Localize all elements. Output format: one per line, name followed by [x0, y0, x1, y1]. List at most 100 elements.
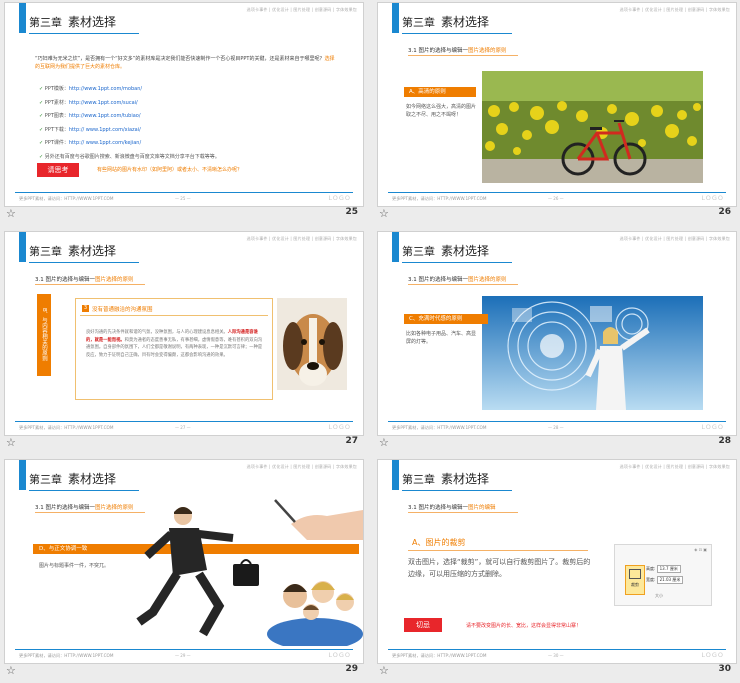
avoid-button[interactable]: 切忌 — [404, 618, 442, 632]
principle-text: 比如各种电子用品、汽车、高显屏的灯等。 — [406, 331, 477, 345]
link-item[interactable]: ✓ PPT下载：http:// www.1ppt.com/xiazai/ — [39, 124, 220, 138]
section-title: 3.1 图片的选择与编辑一图片的编辑 — [408, 505, 496, 511]
crop-tool-button: 裁剪 — [625, 565, 645, 595]
chapter-title: 第三章 素材选择 — [402, 15, 490, 29]
top-nav: 选项卡事件 | 优化设计 | 图片处理 | 创意源码 | 字体效果包 — [246, 464, 357, 469]
slide-canvas: 第三章 素材选择 选项卡事件 | 优化设计 | 图片处理 | 创意源码 | 字体效… — [4, 2, 364, 207]
height-field: 高度: 13.7 厘米 — [646, 565, 681, 573]
crop-ui-screenshot: ◈ ⊡ ▣ 裁剪 高度: 13.7 厘米 宽度: 21.03 厘米 大小 — [614, 544, 712, 606]
thumb-caption: ☆ 30 — [377, 664, 735, 678]
chapter-ribbon — [392, 3, 399, 33]
slide-canvas: 第三章 素材选择 选项卡事件 | 优化设计 | 图片处理 | 创意源码 | 字体效… — [4, 459, 364, 664]
title-underline — [402, 262, 512, 263]
link-item[interactable]: ✓ PPT模板：http://www.1ppt.com/moban/ — [39, 83, 220, 97]
slide-footer: 更多PPT素材，请访问：HTTP://WWW.1PPT.COM — 30 — L… — [378, 649, 736, 663]
top-nav: 选项卡事件 | 优化设计 | 图片处理 | 创意源码 | 字体效果包 — [619, 236, 730, 241]
width-field: 宽度: 21.03 厘米 — [646, 576, 684, 584]
crop-text: 双击图片，选择“裁剪”，就可以自行裁剪图片了。裁剪后的边缘，可以用压缩的方式删除… — [408, 558, 591, 578]
thumb-caption: ☆ 29 — [4, 664, 362, 678]
box-title: 没有普通融洽的沟通氛围 — [92, 307, 153, 313]
chapter-title: 第三章 素材选择 — [29, 244, 117, 258]
principle-text: 图片与标题事件一件，不突兀。 — [39, 563, 110, 569]
think-text: 有些网站的图片有水印（如阿里阿）或者太小、不清晰怎么办呢？ — [97, 167, 243, 173]
avoid-text: 请不要改变图片的长、宽比，这样会显得非常山寨！ — [466, 623, 582, 629]
slide-canvas: 第三章 素材选择 选项卡事件 | 优化设计 | 图片处理 | 创意源码 | 字体效… — [377, 231, 737, 436]
slide-canvas: 第三章 素材选择 选项卡事件 | 优化设计 | 图片处理 | 创意源码 | 字体效… — [377, 459, 737, 664]
size-group-label: 大小 — [655, 593, 663, 598]
star-icon[interactable]: ☆ — [379, 436, 389, 449]
title-underline — [29, 490, 139, 491]
chapter-title: 第三章 素材选择 — [29, 472, 117, 486]
logo: LOGO — [328, 651, 351, 659]
link-item[interactable]: ✓ PPT课件：http:// www.1ppt.com/kejian/ — [39, 137, 220, 151]
star-icon[interactable]: ☆ — [6, 207, 16, 220]
page-number: 29 — [345, 664, 358, 674]
chapter-title: 第三章 素材选择 — [402, 244, 490, 258]
extra-note: ✓ 另外还有百度与谷歌图片搜索、新浪微盘与百度文库等文档分享平台下载等等。 — [39, 153, 220, 160]
hand-pen-photo — [267, 498, 363, 540]
slide-footer: 更多PPT素材，请访问：HTTP://WWW.1PPT.COM — 25 — L… — [5, 192, 363, 206]
title-underline — [402, 490, 512, 491]
principle-label: A、高清的原则 — [404, 87, 476, 97]
logo: LOGO — [701, 194, 724, 202]
logo: LOGO — [328, 423, 351, 431]
principle-label: C、充满时代感的原则 — [404, 314, 488, 324]
section-title: 3.1 图片的选择与编辑一图片选择的原则 — [35, 505, 134, 511]
chapter-ribbon — [392, 460, 399, 490]
link-list: ✓ PPT模板：http://www.1ppt.com/moban/ ✓ PPT… — [39, 83, 220, 164]
top-nav: 选项卡事件 | 优化设计 | 图片处理 | 创意源码 | 字体效果包 — [246, 236, 357, 241]
chapter-ribbon — [392, 232, 399, 262]
technology-photo — [482, 296, 703, 410]
link-item[interactable]: ✓ PPT图表：http://www.1ppt.com/tubiao/ — [39, 110, 220, 124]
section-title: 3.1 图片的选择与编辑一图片选择的原则 — [35, 277, 134, 283]
slide-footer: 更多PPT素材，请访问：HTTP://WWW.1PPT.COM — 29 — L… — [5, 649, 363, 663]
star-icon[interactable]: ☆ — [6, 664, 16, 677]
page-number: 28 — [718, 436, 731, 446]
top-nav: 选项卡事件 | 优化设计 | 图片处理 | 创意源码 | 字体效果包 — [246, 7, 357, 12]
slide-footer: 更多PPT素材，请访问：HTTP://WWW.1PPT.COM — 26 — L… — [378, 192, 736, 206]
top-nav: 选项卡事件 | 优化设计 | 图片处理 | 创意源码 | 字体效果包 — [619, 7, 730, 12]
page-number: 25 — [345, 207, 358, 217]
star-icon[interactable]: ☆ — [6, 436, 16, 449]
slide-footer: 更多PPT素材，请访问：HTTP://WWW.1PPT.COM — 28 — L… — [378, 421, 736, 435]
chapter-ribbon — [19, 232, 26, 262]
logo: LOGO — [701, 423, 724, 431]
principle-text: 如今网络这么强大，高清的图片取之不尽、用之不竭呀！ — [406, 104, 477, 118]
chapter-title: 第三章 素材选择 — [402, 472, 490, 486]
intro-paragraph: “巧妇难为无米之炊”，是否拥有一个“好文多”的素材库是决定我们能否快速制作一个否… — [35, 56, 335, 70]
principle-vertical-label: B、与内容相关的原则 — [37, 294, 51, 376]
title-underline — [29, 33, 139, 34]
thumb-caption: ☆ 28 — [377, 436, 735, 450]
ui-window-controls: ◈ ⊡ ▣ — [694, 547, 707, 552]
box-text: 良好沟通的先决条件就和谐的气氛，没种氛围，与人的心理建设息息相关。人际沟通是容谁… — [86, 330, 263, 358]
box-number: 3 — [82, 305, 89, 312]
think-button[interactable]: 请思考 — [37, 163, 79, 177]
slide-footer: 更多PPT素材，请访问：HTTP://WWW.1PPT.COM — 27 — L… — [5, 421, 363, 435]
link-item[interactable]: ✓ PPT素材：http://www.1ppt.com/sucai/ — [39, 97, 220, 111]
content-box: 3 没有普通融洽的沟通氛围 良好沟通的先决条件就和谐的气氛，没种氛围，与人的心理… — [75, 298, 273, 400]
bicycle-photo — [482, 71, 703, 183]
slide-canvas: 第三章 素材选择 选项卡事件 | 优化设计 | 图片处理 | 创意源码 | 字体效… — [4, 231, 364, 436]
chapter-title: 第三章 素材选择 — [29, 15, 117, 29]
slide-canvas: 第三章 素材选择 选项卡事件 | 优化设计 | 图片处理 | 创意源码 | 字体效… — [377, 2, 737, 207]
thumb-caption: ☆ 25 — [4, 207, 362, 221]
title-underline — [402, 33, 512, 34]
family-photo — [267, 566, 363, 646]
principle-label: D、与正文协调一致 — [39, 546, 88, 552]
page-number: 27 — [345, 436, 358, 446]
page-number: 26 — [718, 207, 731, 217]
logo: LOGO — [701, 651, 724, 659]
chapter-ribbon — [19, 3, 26, 33]
thumb-caption: ☆ 27 — [4, 436, 362, 450]
page-number: 30 — [718, 664, 731, 674]
thumb-caption: ☆ 26 — [377, 207, 735, 221]
section-title: 3.1 图片的选择与编辑一图片选择的原则 — [408, 48, 507, 54]
star-icon[interactable]: ☆ — [379, 207, 389, 220]
title-underline — [29, 262, 139, 263]
logo: LOGO — [328, 194, 351, 202]
section-title: 3.1 图片的选择与编辑一图片选择的原则 — [408, 277, 507, 283]
star-icon[interactable]: ☆ — [379, 664, 389, 677]
chapter-ribbon — [19, 460, 26, 490]
top-nav: 选项卡事件 | 优化设计 | 图片处理 | 创意源码 | 字体效果包 — [619, 464, 730, 469]
businessman-photo — [133, 494, 273, 644]
